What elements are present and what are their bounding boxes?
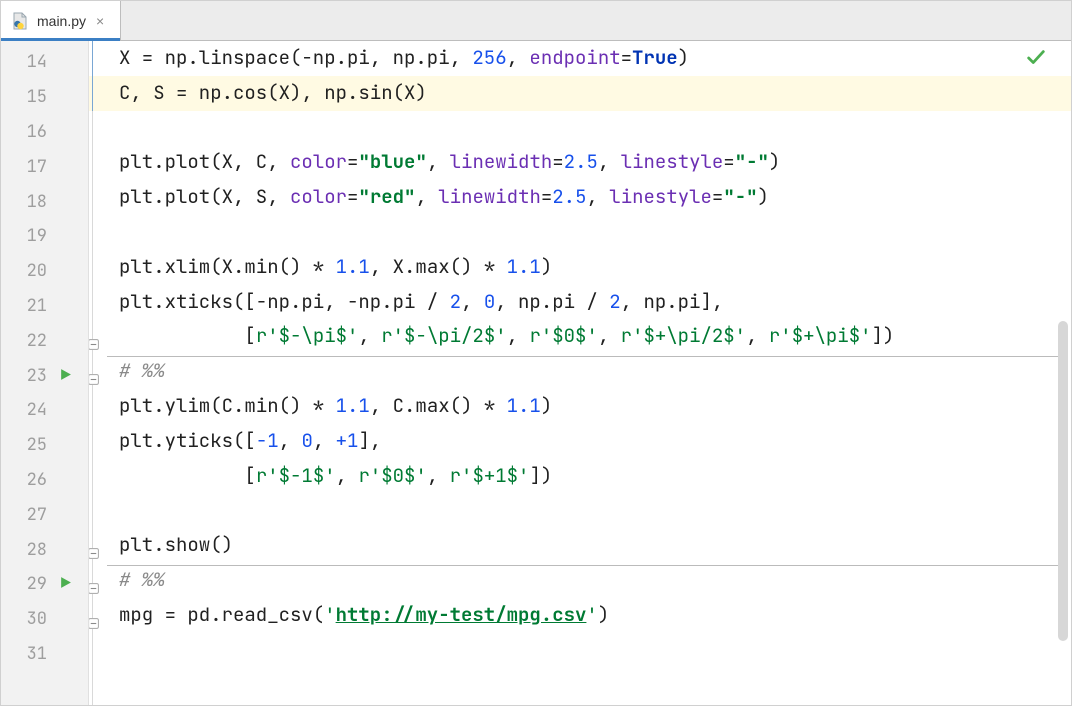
gutter-line[interactable]: 25 bbox=[1, 428, 88, 463]
editor-tab-main[interactable]: main.py × bbox=[1, 1, 121, 40]
line-number: 17 bbox=[1, 156, 47, 178]
gutter-line[interactable]: 29 bbox=[1, 567, 88, 602]
gutter-line[interactable]: 20 bbox=[1, 254, 88, 289]
line-number: 30 bbox=[1, 608, 47, 630]
code-line[interactable] bbox=[119, 633, 1071, 668]
code-line[interactable] bbox=[119, 493, 1071, 528]
code-line[interactable]: plt.plot(X, S, color="red", linewidth=2.… bbox=[119, 180, 1071, 215]
code-line[interactable] bbox=[119, 111, 1071, 146]
fold-handle-icon[interactable] bbox=[89, 540, 99, 551]
code-line[interactable]: X = np.linspace(-np.pi, np.pi, 256, endp… bbox=[119, 41, 1071, 76]
cell-separator bbox=[107, 565, 1059, 566]
code-line[interactable]: plt.xticks([-np.pi, -np.pi / 2, 0, np.pi… bbox=[119, 285, 1071, 320]
tab-filename: main.py bbox=[37, 13, 86, 29]
fold-handle-icon[interactable] bbox=[89, 331, 99, 342]
gutter-line[interactable]: 19 bbox=[1, 219, 88, 254]
gutter-line[interactable]: 28 bbox=[1, 532, 88, 567]
gutter-line[interactable]: 22 bbox=[1, 323, 88, 358]
code-line[interactable]: plt.yticks([-1, 0, +1], bbox=[119, 424, 1071, 459]
fold-handle-icon[interactable] bbox=[89, 575, 99, 586]
gutter-line[interactable]: 14 bbox=[1, 45, 88, 80]
line-number: 29 bbox=[1, 573, 47, 595]
scrollbar-thumb[interactable] bbox=[1058, 321, 1068, 641]
gutter[interactable]: 14 15 16 17 18 19 20 21 22 23 24 25 26 27 28 29 30 31 bbox=[1, 41, 89, 705]
run-cell-icon[interactable] bbox=[59, 576, 72, 592]
line-number: 25 bbox=[1, 434, 47, 456]
analysis-ok-icon[interactable] bbox=[1025, 47, 1047, 75]
python-file-icon bbox=[11, 12, 29, 30]
line-number: 24 bbox=[1, 399, 47, 421]
gutter-line[interactable]: 21 bbox=[1, 289, 88, 324]
code-line[interactable]: plt.ylim(C.min() * 1.1, C.max() * 1.1) bbox=[119, 389, 1071, 424]
gutter-line[interactable]: 16 bbox=[1, 115, 88, 150]
gutter-line[interactable]: 31 bbox=[1, 637, 88, 672]
code-line[interactable]: [r'$-1$', r'$0$', r'$+1$']) bbox=[119, 459, 1071, 494]
line-number: 18 bbox=[1, 191, 47, 213]
code-area[interactable]: X = np.linspace(-np.pi, np.pi, 256, endp… bbox=[89, 41, 1071, 705]
fold-handle-icon[interactable] bbox=[89, 610, 99, 621]
line-number: 22 bbox=[1, 330, 47, 352]
line-number: 14 bbox=[1, 51, 47, 73]
gutter-line[interactable]: 17 bbox=[1, 149, 88, 184]
gutter-line[interactable]: 30 bbox=[1, 602, 88, 637]
cell-separator bbox=[107, 356, 1059, 357]
gutter-line[interactable]: 24 bbox=[1, 393, 88, 428]
run-cell-icon[interactable] bbox=[59, 368, 72, 384]
code-line[interactable]: plt.show() bbox=[119, 528, 1071, 563]
line-number: 26 bbox=[1, 469, 47, 491]
gutter-line[interactable]: 23 bbox=[1, 358, 88, 393]
gutter-line[interactable]: 26 bbox=[1, 463, 88, 498]
line-number: 21 bbox=[1, 295, 47, 317]
code-line[interactable] bbox=[119, 215, 1071, 250]
fold-handle-icon[interactable] bbox=[89, 366, 99, 377]
code-line[interactable]: [r'$-\pi$', r'$-\pi/2$', r'$0$', r'$+\pi… bbox=[119, 319, 1071, 354]
line-number: 19 bbox=[1, 225, 47, 247]
code-line[interactable]: plt.plot(X, C, color="blue", linewidth=2… bbox=[119, 145, 1071, 180]
line-number: 31 bbox=[1, 643, 47, 665]
gutter-line[interactable]: 15 bbox=[1, 80, 88, 115]
tab-bar: main.py × bbox=[1, 1, 1071, 41]
line-number: 20 bbox=[1, 260, 47, 282]
code-line[interactable]: plt.xlim(X.min() * 1.1, X.max() * 1.1) bbox=[119, 250, 1071, 285]
gutter-line[interactable]: 27 bbox=[1, 497, 88, 532]
close-tab-icon[interactable]: × bbox=[94, 13, 106, 29]
line-number: 28 bbox=[1, 539, 47, 561]
editor: 14 15 16 17 18 19 20 21 22 23 24 25 26 27 28 29 30 31 X =… bbox=[1, 41, 1071, 705]
code-line[interactable]: mpg = pd.read_csv('http://my-test/mpg.cs… bbox=[119, 598, 1071, 633]
fold-strip bbox=[89, 41, 107, 705]
line-number: 27 bbox=[1, 504, 47, 526]
code-line[interactable]: C, S = np.cos(X), np.sin(X) bbox=[89, 76, 1071, 111]
code-line[interactable]: # %% bbox=[119, 354, 1071, 389]
code-line[interactable]: # %% bbox=[119, 563, 1071, 598]
line-number: 23 bbox=[1, 365, 47, 387]
gutter-line[interactable]: 18 bbox=[1, 184, 88, 219]
line-number: 15 bbox=[1, 86, 47, 108]
line-number: 16 bbox=[1, 121, 47, 143]
